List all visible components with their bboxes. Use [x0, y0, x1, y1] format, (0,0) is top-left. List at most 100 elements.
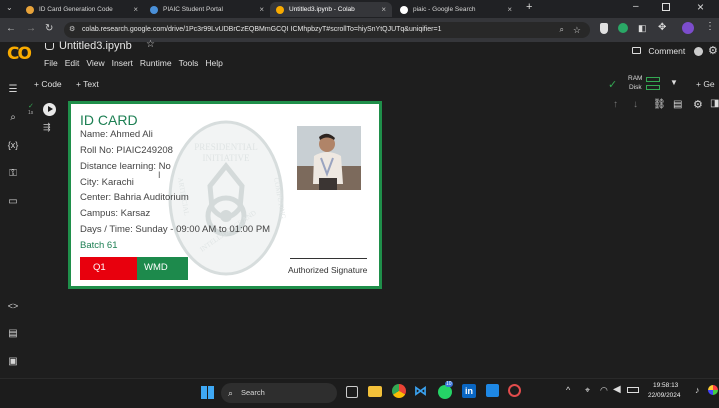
cell-settings-icon[interactable]: ⚙ — [693, 98, 703, 111]
gemini-button[interactable]: + Ge — [696, 79, 715, 89]
new-tab-icon[interactable]: + — [526, 1, 532, 13]
comment-button[interactable]: Comment — [632, 46, 685, 56]
site-info-icon[interactable]: ⚙ — [69, 22, 75, 38]
close-window-icon[interactable]: × — [697, 0, 704, 14]
extension-icon[interactable] — [618, 23, 628, 33]
taskbar-search[interactable]: ⌕ Search — [221, 383, 337, 403]
close-tab-icon[interactable]: × — [259, 5, 264, 14]
secrets-key-icon[interactable]: ⚿ — [6, 168, 20, 179]
share-people-icon[interactable] — [694, 47, 703, 56]
browser-menu-icon[interactable]: ⋮ — [705, 21, 715, 32]
comment-label: Comment — [648, 46, 686, 56]
menu-runtime[interactable]: Runtime — [140, 58, 172, 68]
extension-shield-icon[interactable] — [600, 23, 608, 34]
badge-quarter-label: Q1 — [93, 262, 106, 273]
tab-piaic-portal[interactable]: PIAIC Student Portal × — [144, 2, 270, 17]
file-explorer-icon[interactable] — [368, 386, 382, 397]
location-icon[interactable]: ⌖ — [585, 385, 590, 396]
mirror-cell-icon[interactable]: ◨ — [710, 98, 719, 109]
command-palette-icon[interactable]: ▤ — [6, 328, 20, 339]
tab-title: piaic - Google Search — [413, 6, 476, 13]
close-tab-icon[interactable]: × — [507, 5, 512, 14]
tab-title: ID Card Generation Code — [39, 6, 113, 13]
menu-edit[interactable]: Edit — [65, 58, 80, 68]
comment-icon — [632, 47, 641, 54]
tab-google-search[interactable]: piaic - Google Search × — [394, 2, 518, 17]
notification-badge: 10 — [445, 381, 453, 387]
runtime-dropdown-icon[interactable]: ▼ — [670, 78, 678, 87]
whatsapp-icon[interactable] — [438, 385, 452, 399]
tray-chevron-icon[interactable]: ^ — [566, 385, 570, 395]
search-icon: ⌕ — [228, 388, 234, 398]
tab-favicon-icon — [276, 5, 284, 14]
search-icon[interactable]: ⌕ — [6, 112, 20, 123]
disk-label: Disk — [629, 84, 642, 91]
move-cell-up-icon[interactable]: ↑ — [613, 99, 618, 110]
link-icon[interactable]: ⛓ — [653, 99, 666, 110]
tab-colab[interactable]: Untitled3.ipynb - Colab × — [270, 2, 392, 17]
badge-course-label: WMD — [144, 262, 168, 273]
terminal-icon[interactable]: ▣ — [6, 356, 20, 367]
add-code-button[interactable]: + Code — [34, 79, 62, 89]
output-toggle-icon[interactable]: ⇶ — [43, 122, 51, 133]
bookmark-star-icon[interactable]: ☆ — [573, 22, 581, 38]
colab-logo[interactable]: CO — [7, 44, 32, 64]
variables-icon[interactable]: {x} — [6, 140, 20, 150]
url-field[interactable]: ⚙ colab.research.google.com/drive/1Pc3r9… — [64, 22, 590, 38]
ram-usage-bar[interactable] — [646, 77, 660, 82]
taskbar-search-label: Search — [241, 388, 265, 397]
app-icon[interactable] — [508, 384, 521, 397]
app-grid-icon[interactable] — [486, 384, 499, 397]
signature-line — [290, 258, 367, 259]
city: City: Karachi — [80, 177, 134, 188]
move-cell-down-icon[interactable]: ↓ — [633, 99, 638, 110]
profile-avatar[interactable] — [682, 22, 694, 34]
linkedin-icon[interactable]: in — [462, 384, 476, 398]
minimize-icon[interactable]: – — [633, 1, 639, 12]
cell-comment-icon[interactable]: ▤ — [673, 99, 682, 110]
close-tab-icon[interactable]: × — [133, 5, 138, 14]
back-icon[interactable]: ← — [6, 23, 16, 34]
notifications-bell-icon[interactable]: ♪ — [695, 385, 700, 395]
reload-icon[interactable]: ↻ — [45, 23, 53, 34]
campus: Campus: Karsaz — [80, 208, 151, 219]
forward-icon[interactable]: → — [26, 23, 36, 34]
menu-file[interactable]: File — [44, 58, 58, 68]
close-tab-icon[interactable]: × — [381, 5, 386, 14]
extension-icon[interactable]: ◧ — [638, 23, 647, 34]
play-icon — [48, 106, 53, 112]
menu-tools[interactable]: Tools — [179, 58, 199, 68]
tab-id-card-generation[interactable]: ID Card Generation Code × — [20, 2, 144, 17]
disk-usage-bar[interactable] — [646, 85, 660, 90]
menu-insert[interactable]: Insert — [112, 58, 133, 68]
badge-course: WMD — [137, 257, 188, 280]
clock-date[interactable]: 22/09/2024 — [648, 392, 681, 399]
cell-exec-time: 1s — [28, 110, 34, 116]
settings-gear-icon[interactable]: ⚙ — [708, 44, 718, 57]
menu-view[interactable]: View — [86, 58, 104, 68]
search-icon[interactable]: ⌕ — [560, 22, 564, 38]
notebook-title[interactable]: Untitled3.ipynb — [59, 40, 132, 52]
add-text-button[interactable]: + Text — [76, 79, 99, 89]
watermark-initiative: INITIATIVE — [203, 153, 250, 163]
connected-check-icon: ✓ — [608, 79, 618, 91]
cell-status-check-icon: ✓ — [28, 103, 34, 110]
clock-time[interactable]: 19:58:13 — [653, 382, 678, 389]
star-icon[interactable]: ☆ — [146, 39, 155, 50]
menu-help[interactable]: Help — [205, 58, 222, 68]
tab-list-chevron-icon[interactable]: ⌄ — [6, 3, 13, 12]
task-view-icon[interactable] — [346, 386, 358, 398]
windows-taskbar: ⌕ Search ⋈ 10 in ^ ⌖ ◠ ◀ 19:58:13 22/09/… — [0, 378, 719, 408]
table-of-contents-icon[interactable]: ☰ — [6, 84, 20, 95]
volume-icon[interactable]: ◀ — [613, 384, 621, 395]
maximize-icon[interactable] — [662, 3, 670, 11]
wifi-icon[interactable]: ◠ — [600, 385, 608, 396]
code-snippets-icon[interactable]: <> — [6, 301, 20, 311]
chrome-icon[interactable] — [392, 384, 406, 398]
vscode-icon[interactable]: ⋈ — [414, 383, 427, 399]
files-folder-icon[interactable]: ▭ — [6, 196, 20, 207]
battery-icon[interactable] — [627, 387, 639, 393]
extensions-puzzle-icon[interactable]: ✥ — [658, 22, 666, 33]
start-windows-icon[interactable] — [201, 386, 214, 399]
colorful-app-icon[interactable] — [708, 385, 718, 395]
